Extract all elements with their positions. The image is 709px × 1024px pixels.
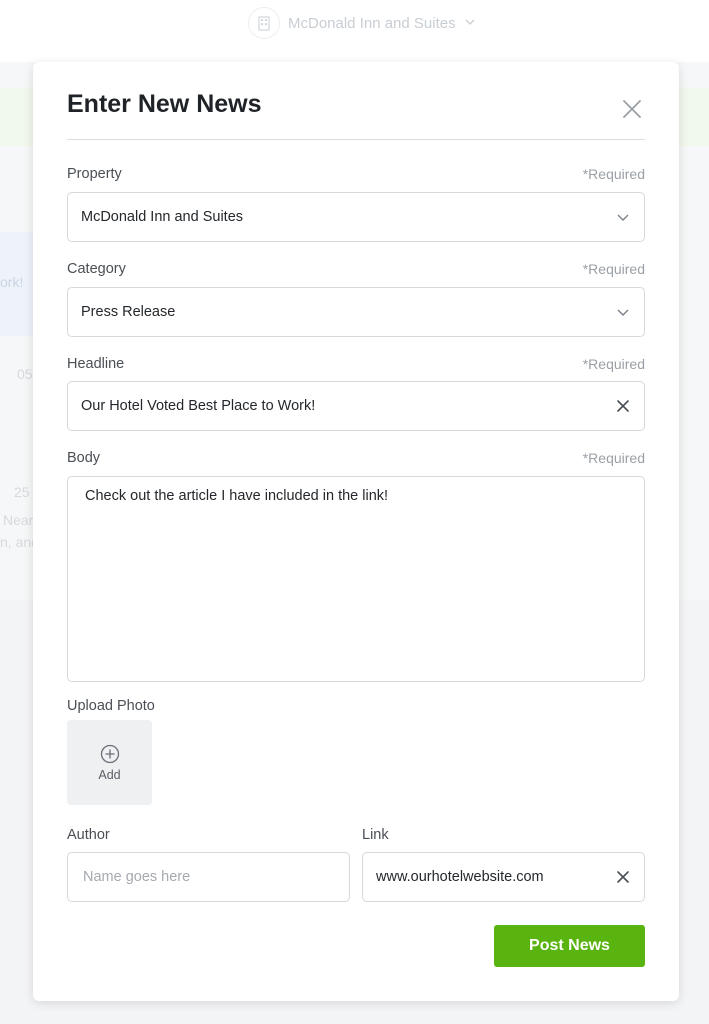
clear-icon[interactable] (616, 399, 630, 413)
chevron-down-icon (464, 15, 476, 32)
clear-icon[interactable] (616, 870, 630, 884)
body-textarea-value: Check out the article I have included in… (85, 488, 389, 504)
link-input[interactable]: www.ourhotelwebsite.com (362, 852, 645, 902)
upload-add-label: Add (98, 767, 121, 782)
link-input-value: www.ourhotelwebsite.com (376, 869, 544, 885)
category-required-label: *Required (582, 261, 645, 277)
upload-photo-button[interactable]: Add (67, 720, 152, 805)
property-select-value: McDonald Inn and Suites (81, 209, 244, 225)
modal-title: Enter New News (67, 90, 262, 118)
link-label: Link (362, 827, 389, 843)
chevron-down-icon (616, 305, 630, 319)
title-divider (67, 139, 645, 140)
headline-input[interactable]: Our Hotel Voted Best Place to Work! (67, 381, 645, 431)
body-textarea[interactable]: Check out the article I have included in… (67, 476, 645, 682)
headline-required-label: *Required (582, 356, 645, 372)
post-news-button[interactable]: Post News (494, 925, 645, 967)
category-select-value: Press Release (81, 304, 176, 320)
category-select[interactable]: Press Release (67, 287, 645, 337)
background-header: McDonald Inn and Suites (0, 0, 709, 62)
author-input[interactable] (81, 868, 325, 886)
property-label: Property (67, 166, 122, 182)
body-required-label: *Required (582, 450, 645, 466)
background-text: Near (3, 512, 34, 528)
property-select[interactable]: McDonald Inn and Suites (67, 192, 645, 242)
background-property-name: McDonald Inn and Suites (288, 14, 456, 32)
headline-label: Headline (67, 356, 125, 372)
background-text: 05 (17, 366, 33, 382)
headline-input-value: Our Hotel Voted Best Place to Work! (81, 398, 316, 414)
background-property-selector: McDonald Inn and Suites (248, 7, 476, 39)
close-icon[interactable] (621, 98, 643, 120)
chevron-down-icon (616, 210, 630, 224)
category-label: Category (67, 261, 126, 277)
background-text: ork! (0, 274, 24, 290)
building-icon (248, 7, 280, 39)
author-label: Author (67, 827, 110, 843)
enter-news-modal: Enter New News Property *Required McDona… (33, 62, 679, 1001)
property-required-label: *Required (582, 166, 645, 182)
background-text: 25 (14, 484, 30, 500)
author-field[interactable] (67, 852, 350, 902)
body-label: Body (67, 450, 101, 466)
upload-photo-label: Upload Photo (67, 698, 155, 714)
plus-circle-icon (100, 744, 120, 764)
